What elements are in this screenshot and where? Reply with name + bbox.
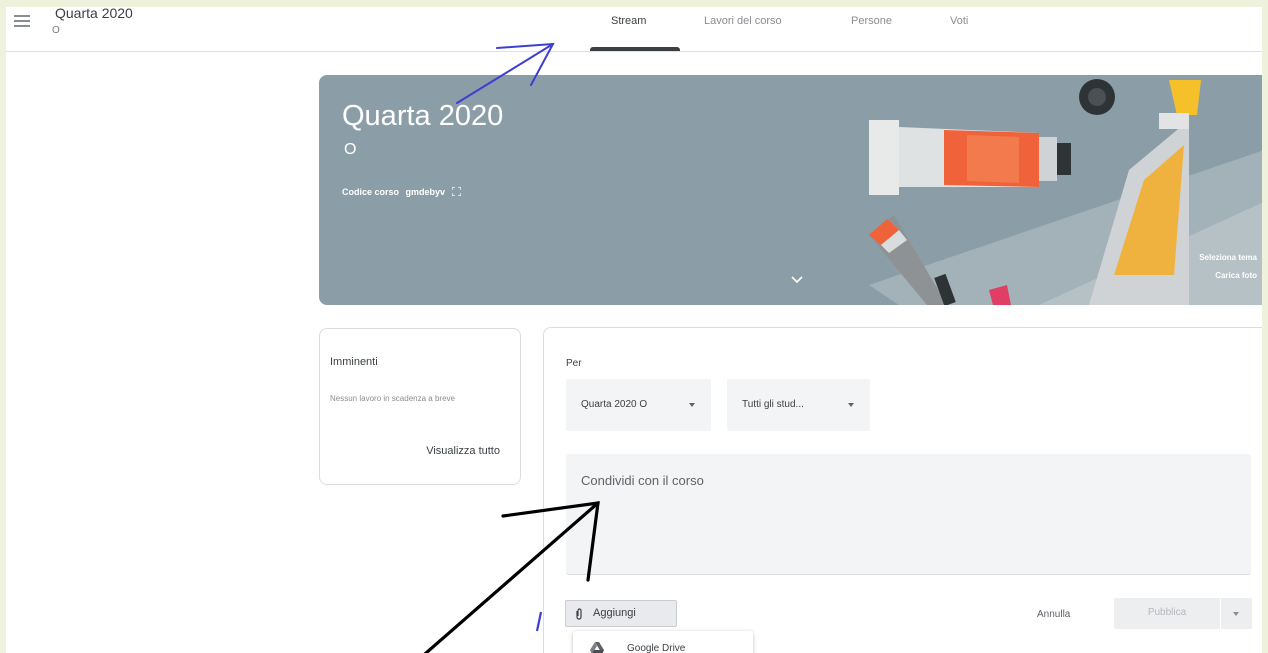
upcoming-message: Nessun lavoro in scadenza a breve <box>330 394 455 403</box>
add-button-label: Aggiungi <box>593 607 636 619</box>
banner-section: O <box>344 141 357 158</box>
students-select[interactable]: Tutti gli stud... <box>727 379 870 431</box>
chevron-down-icon <box>1233 612 1239 616</box>
dropdown-caret-icon <box>848 403 854 407</box>
announcement-composer: Per Quarta 2020 O Tutti gli stud... Cond… <box>543 327 1262 653</box>
menu-item-label: Google Drive <box>627 643 686 653</box>
publish-button[interactable]: Pubblica <box>1114 598 1220 629</box>
tab-coursework[interactable]: Lavori del corso <box>704 15 782 27</box>
for-label: Per <box>566 358 582 369</box>
add-button[interactable]: Aggiungi <box>565 600 677 627</box>
tab-people[interactable]: Persone <box>851 15 892 27</box>
class-banner: Quarta 2020 O Codice corso gmdebyv Selez… <box>319 75 1262 305</box>
fullscreen-icon[interactable] <box>451 187 461 196</box>
dropdown-caret-icon <box>689 403 695 407</box>
google-drive-icon <box>590 642 604 653</box>
chevron-down-icon[interactable] <box>790 275 804 285</box>
paperclip-icon <box>576 608 582 620</box>
share-textarea[interactable]: Condividi con il corso <box>566 454 1251 575</box>
top-bar: Quarta 2020 O Stream Lavori del corso Pe… <box>6 7 1262 52</box>
tab-stream[interactable]: Stream <box>611 15 646 27</box>
active-tab-indicator <box>590 47 680 51</box>
class-select-value: Quarta 2020 O <box>581 399 648 410</box>
add-menu: Google Drive <box>573 631 753 653</box>
share-placeholder: Condividi con il corso <box>581 473 704 488</box>
publish-options-button[interactable] <box>1221 598 1252 629</box>
banner-title: Quarta 2020 <box>342 100 504 132</box>
class-title[interactable]: Quarta 2020 <box>55 7 133 21</box>
publish-button-label: Pubblica <box>1147 607 1187 618</box>
upcoming-title: Imminenti <box>330 356 378 368</box>
upload-photo-link[interactable]: Carica foto <box>1215 271 1257 280</box>
cancel-button[interactable]: Annulla <box>1037 609 1070 620</box>
course-code: Codice corso gmdebyv <box>342 187 461 197</box>
banner-illustration <box>869 79 1262 305</box>
course-code-value: gmdebyv <box>405 187 446 197</box>
view-all-link[interactable]: Visualizza tutto <box>426 445 500 457</box>
upcoming-card: Imminenti Nessun lavoro in scadenza a br… <box>319 328 521 485</box>
menu-icon[interactable] <box>14 15 30 29</box>
class-section: O <box>52 25 60 36</box>
tab-grades[interactable]: Voti <box>950 15 968 27</box>
class-select[interactable]: Quarta 2020 O <box>566 379 711 431</box>
students-select-value: Tutti gli stud... <box>742 399 804 410</box>
menu-item-google-drive[interactable]: Google Drive <box>573 637 753 653</box>
page-frame: Quarta 2020 O Stream Lavori del corso Pe… <box>6 7 1262 653</box>
select-theme-link[interactable]: Seleziona tema <box>1199 253 1257 262</box>
course-code-label: Codice corso <box>342 187 400 197</box>
